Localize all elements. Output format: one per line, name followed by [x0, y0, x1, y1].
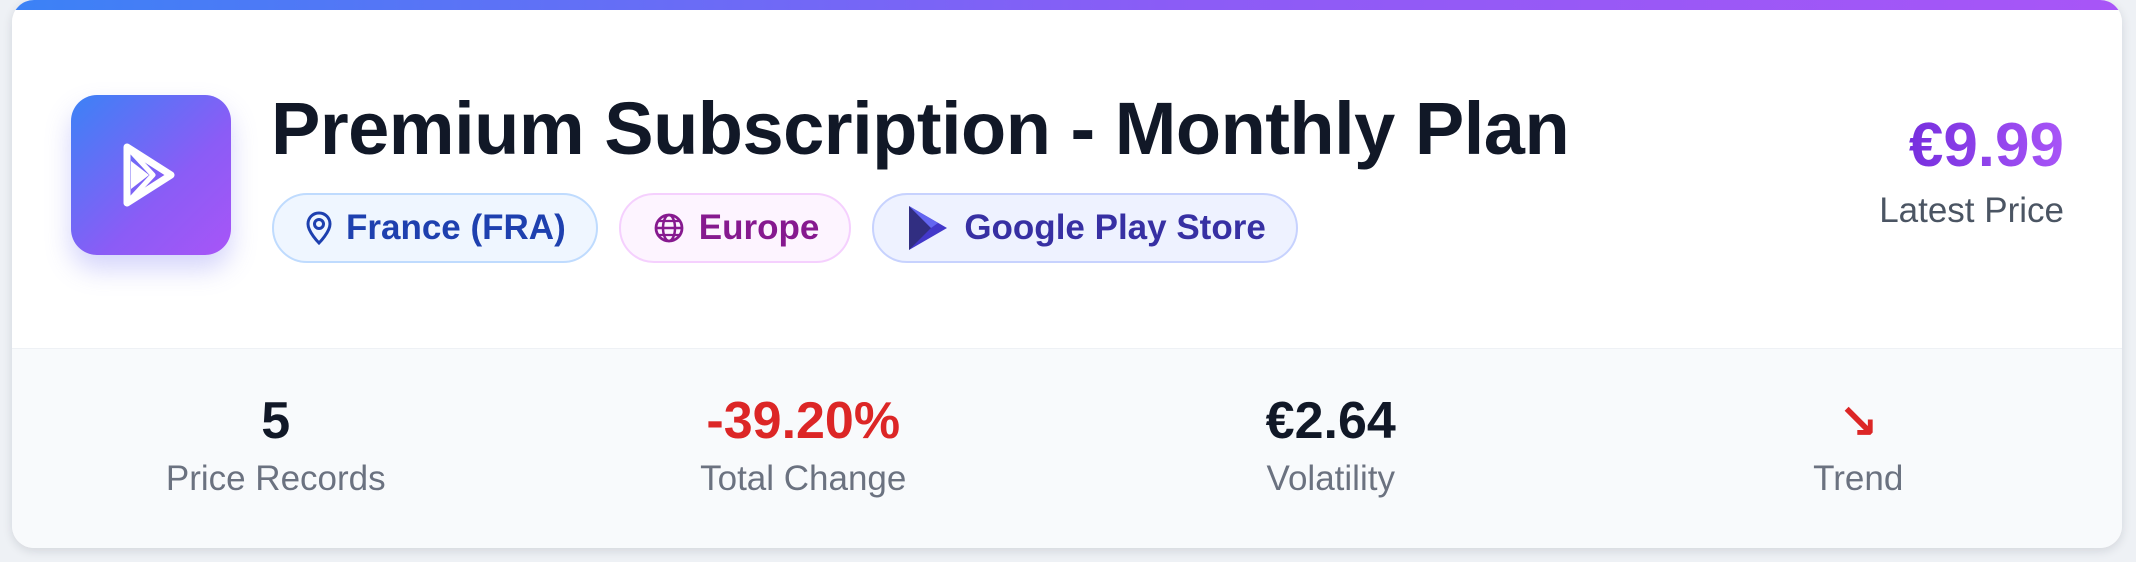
country-label: France (FRA) — [346, 208, 566, 247]
total-change-value: -39.20% — [706, 392, 901, 450]
store-label: Google Play Store — [964, 208, 1266, 247]
trend-down-icon: ↘ — [1838, 394, 1879, 450]
card-header: Premium Subscription - Monthly Plan Fran… — [12, 10, 2122, 348]
accent-bar — [12, 0, 2122, 10]
country-badge[interactable]: France (FRA) — [272, 193, 598, 263]
stat-total-change: -39.20% Total Change — [540, 349, 1068, 548]
stat-trend: ↘ Trend — [1595, 349, 2123, 548]
price-records-value: 5 — [261, 392, 291, 450]
badge-row: France (FRA) Europe Google Play Store — [272, 193, 1298, 263]
price-value: €9.99 — [1879, 115, 2064, 177]
stat-price-records: 5 Price Records — [12, 349, 540, 548]
stat-volatility: €2.64 Volatility — [1067, 349, 1595, 548]
google-play-icon — [909, 206, 948, 250]
price-records-label: Price Records — [165, 459, 386, 498]
volatility-label: Volatility — [1266, 459, 1395, 498]
region-badge[interactable]: Europe — [618, 193, 852, 263]
play-store-icon — [71, 95, 231, 255]
product-title: Premium Subscription - Monthly Plan — [271, 87, 1570, 170]
volatility-value: €2.64 — [1265, 392, 1396, 450]
location-pin-icon — [306, 211, 332, 245]
region-label: Europe — [698, 208, 820, 247]
globe-icon — [654, 213, 684, 243]
trend-label: Trend — [1813, 459, 1904, 498]
product-price-card: Premium Subscription - Monthly Plan Fran… — [12, 0, 2122, 548]
latest-price: €9.99 Latest Price — [1879, 115, 2064, 231]
store-badge[interactable]: Google Play Store — [872, 193, 1298, 263]
total-change-label: Total Change — [700, 459, 907, 498]
price-label: Latest Price — [1879, 191, 2064, 230]
stats-row: 5 Price Records -39.20% Total Change €2.… — [12, 348, 2122, 548]
